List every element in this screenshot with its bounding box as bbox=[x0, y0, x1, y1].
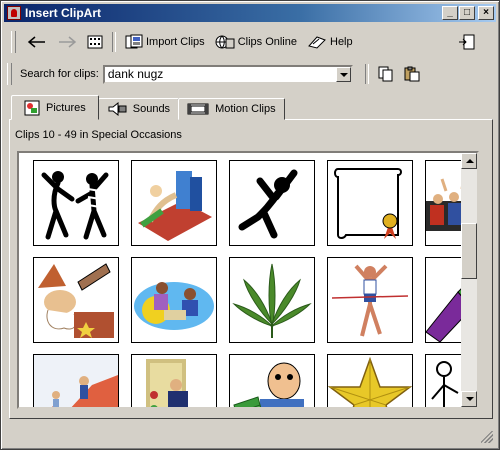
copy-icon bbox=[378, 66, 393, 82]
growth-chart-image bbox=[34, 355, 118, 407]
tab-pictures-label: Pictures bbox=[46, 101, 86, 114]
clips-range-caption: Clips 10 - 49 in Special Occasions bbox=[15, 129, 182, 141]
maximize-button[interactable]: □ bbox=[459, 6, 475, 20]
help-icon bbox=[308, 36, 326, 49]
toolbar-separator bbox=[112, 32, 116, 52]
clipart-app-icon bbox=[7, 6, 21, 20]
pictures-icon bbox=[24, 100, 40, 115]
clips-online-button[interactable]: Clips Online bbox=[210, 31, 302, 53]
scroll-diploma-clip[interactable] bbox=[327, 160, 413, 246]
businessman-door-image bbox=[146, 359, 188, 407]
import-clips-label: Import Clips bbox=[146, 36, 205, 48]
minimize-button[interactable]: _ bbox=[442, 6, 458, 20]
dancing-people-clip[interactable] bbox=[33, 160, 119, 246]
sounds-icon bbox=[108, 102, 127, 116]
money-man-clip[interactable] bbox=[229, 354, 315, 407]
toolbar: Import Clips Clips Online Help bbox=[5, 28, 495, 56]
scrollbar-thumb[interactable] bbox=[461, 223, 477, 279]
search-dropdown-arrow-icon[interactable] bbox=[335, 66, 351, 82]
motion-clips-icon bbox=[187, 103, 209, 115]
astronomer-wizard-image bbox=[38, 263, 114, 338]
clip-gallery bbox=[17, 151, 479, 409]
clips-online-label: Clips Online bbox=[237, 36, 297, 48]
search-separator bbox=[364, 64, 369, 84]
search-input-value: dank nugz bbox=[107, 66, 164, 81]
business-handshake-clip[interactable] bbox=[131, 257, 217, 343]
paste-icon bbox=[404, 66, 420, 82]
tab-sounds-label: Sounds bbox=[132, 103, 171, 115]
scroll-up-arrow-icon[interactable] bbox=[461, 153, 477, 169]
jumping-figure-clip[interactable] bbox=[229, 160, 315, 246]
tab-pictures[interactable]: Pictures bbox=[11, 95, 99, 120]
window-title: Insert ClipArt bbox=[25, 6, 102, 20]
import-clips-button[interactable]: Import Clips bbox=[120, 31, 210, 53]
tab-motion-clips-label: Motion Clips bbox=[215, 103, 276, 115]
title-bar[interactable]: Insert ClipArt _ □ × bbox=[4, 4, 496, 22]
change-to-small-window-button[interactable] bbox=[453, 31, 481, 53]
growth-chart-clip[interactable] bbox=[33, 354, 119, 407]
jumping-figure-image bbox=[238, 169, 298, 239]
astronomer-wizard-clip[interactable] bbox=[33, 257, 119, 343]
search-label: Search for clips: bbox=[20, 68, 99, 80]
clips-online-icon bbox=[215, 35, 235, 49]
search-grip[interactable] bbox=[7, 63, 12, 85]
close-button[interactable]: × bbox=[478, 6, 494, 20]
scroll-diploma-image bbox=[334, 168, 402, 239]
status-bar bbox=[5, 425, 495, 445]
dancing-people-image bbox=[41, 171, 109, 240]
back-button[interactable] bbox=[22, 31, 52, 53]
tab-sounds[interactable]: Sounds bbox=[97, 98, 180, 120]
categories-grid-icon bbox=[87, 35, 103, 49]
import-clips-icon bbox=[125, 34, 143, 49]
search-input[interactable]: dank nugz bbox=[102, 64, 353, 84]
gold-star-image bbox=[328, 356, 412, 407]
tab-strip: Pictures Sounds Motion Clips bbox=[11, 95, 285, 120]
insert-clipart-window: Insert ClipArt _ □ × Import Clips Clips … bbox=[0, 0, 500, 450]
back-arrow-icon bbox=[27, 36, 45, 48]
office-buildings-clip[interactable] bbox=[131, 160, 217, 246]
resize-grip-icon[interactable] bbox=[481, 431, 493, 443]
business-handshake-image bbox=[134, 282, 214, 330]
forward-button[interactable] bbox=[52, 31, 82, 53]
businessman-door-clip[interactable] bbox=[131, 354, 217, 407]
marijuana-leaf-image bbox=[232, 263, 312, 338]
help-button[interactable]: Help bbox=[302, 31, 358, 53]
gallery-vertical-scrollbar[interactable] bbox=[461, 153, 477, 407]
gold-star-clip[interactable] bbox=[327, 354, 413, 407]
runner-finish-line-clip[interactable] bbox=[327, 257, 413, 343]
small-window-icon bbox=[459, 34, 475, 50]
runner-finish-line-image bbox=[331, 264, 409, 337]
paste-button[interactable] bbox=[399, 63, 425, 85]
toolbar-grip[interactable] bbox=[11, 31, 16, 53]
help-label: Help bbox=[330, 36, 353, 48]
all-categories-button[interactable] bbox=[82, 31, 108, 53]
marijuana-leaf-clip[interactable] bbox=[229, 257, 315, 343]
search-row: Search for clips: dank nugz bbox=[5, 60, 495, 88]
scroll-down-arrow-icon[interactable] bbox=[461, 391, 477, 407]
forward-arrow-icon bbox=[59, 36, 77, 48]
money-man-image bbox=[233, 362, 304, 407]
copy-button[interactable] bbox=[373, 63, 399, 85]
tab-motion-clips[interactable]: Motion Clips bbox=[178, 98, 285, 120]
office-buildings-image bbox=[138, 171, 212, 241]
